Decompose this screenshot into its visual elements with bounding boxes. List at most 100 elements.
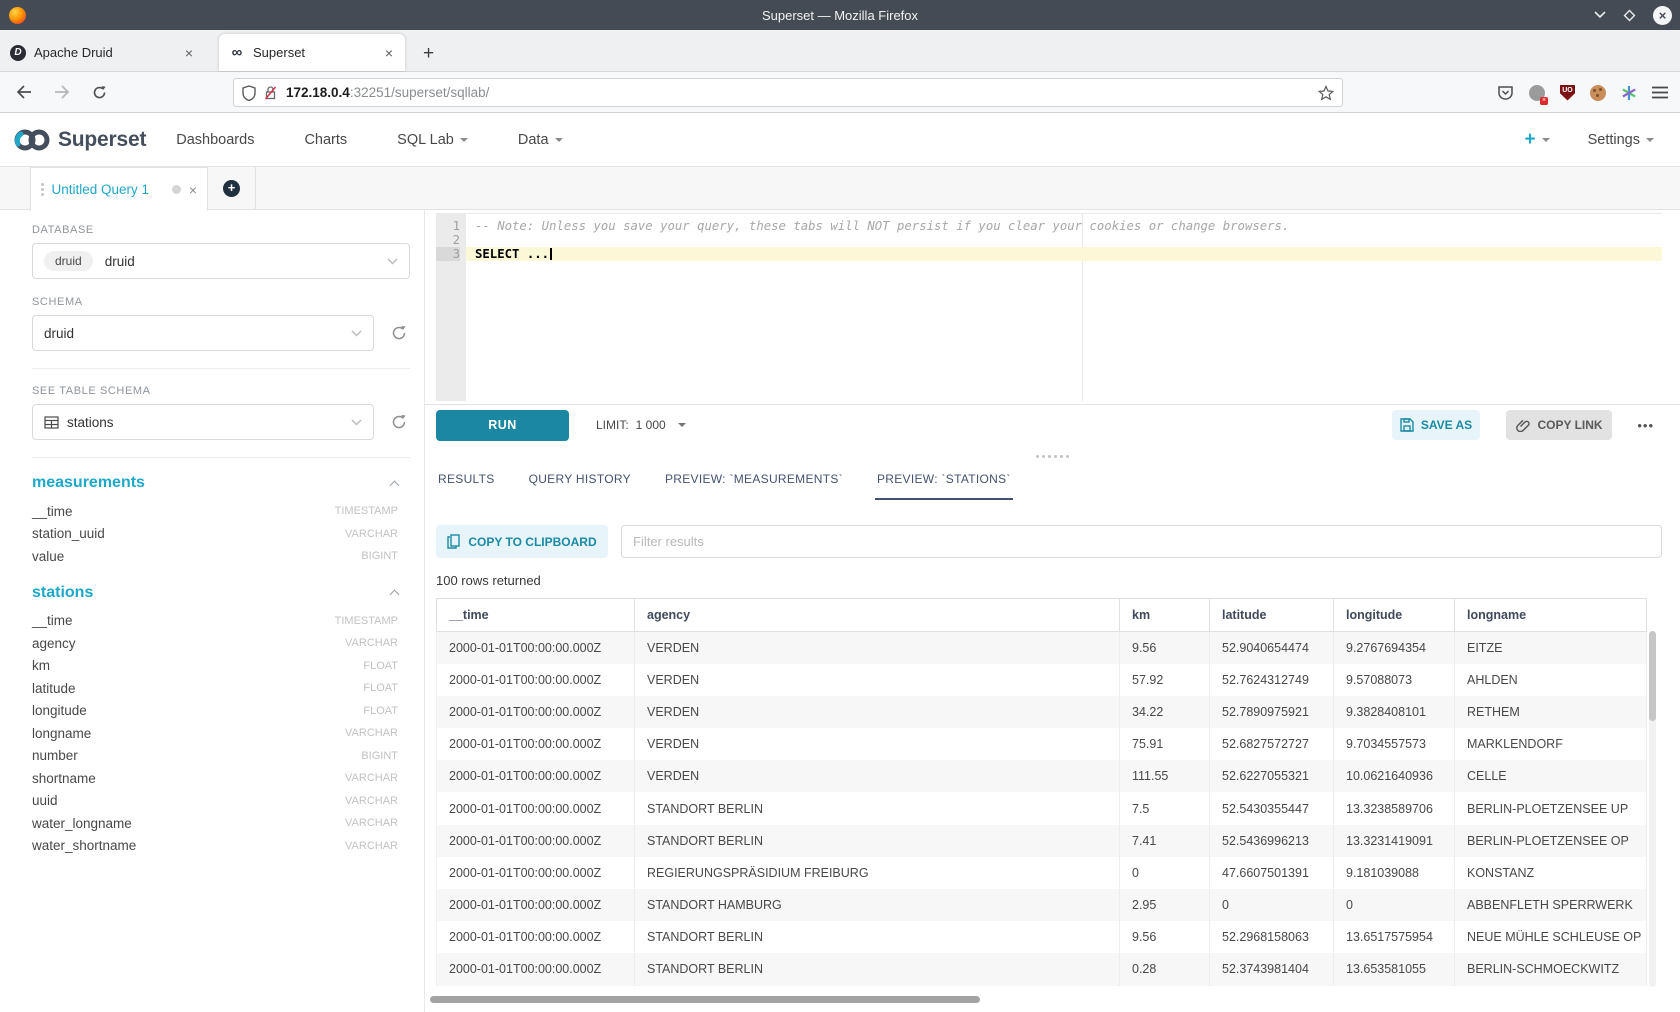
back-icon[interactable] (16, 85, 32, 99)
table-select[interactable]: stations (32, 404, 374, 440)
save-icon (1400, 418, 1414, 432)
chevron-down-icon (460, 138, 468, 142)
cookie-extension-icon[interactable] (1590, 85, 1606, 101)
column-header[interactable]: __time (437, 599, 635, 632)
save-as-button[interactable]: SAVE AS (1392, 410, 1480, 440)
new-tab-icon[interactable]: + (423, 44, 434, 63)
schema-table-name[interactable]: stations (32, 584, 93, 602)
column-header[interactable]: km (1120, 599, 1210, 632)
pocket-icon[interactable] (1497, 85, 1514, 101)
more-options-icon[interactable]: ••• (1637, 418, 1654, 433)
add-query-tab-button[interactable]: + (208, 167, 256, 209)
results-tab-1[interactable]: RESULTS (436, 466, 497, 500)
containers-extension-icon[interactable] (1529, 85, 1545, 101)
schema-table-stations: stations__timeTIMESTAMPagencyVARCHARkmFL… (32, 584, 410, 858)
results-tab-4[interactable]: PREVIEW: `STATIONS` (875, 466, 1013, 500)
table-row: 2000-01-01T00:00:00.000ZSTANDORT HAMBURG… (437, 889, 1647, 921)
table-row: 2000-01-01T00:00:00.000ZVERDEN34.2252.78… (437, 696, 1647, 728)
refresh-table-icon[interactable] (388, 414, 410, 430)
run-button[interactable]: RUN (436, 410, 569, 441)
database-select[interactable]: druid druid (32, 243, 410, 279)
maximize-icon[interactable] (1623, 9, 1636, 22)
table-vertical-scrollbar[interactable] (1649, 631, 1656, 987)
table-row: 2000-01-01T00:00:00.000ZSTANDORT BERLIN9… (437, 921, 1647, 953)
settings-menu[interactable]: Settings (1588, 132, 1654, 148)
column-header[interactable]: longname (1455, 599, 1647, 632)
sparkle-extension-icon[interactable] (1621, 85, 1637, 101)
schema-label: SCHEMA (32, 296, 410, 308)
superset-navbar: Superset Dashboards Charts SQL Lab Data … (0, 113, 1680, 167)
tab-close-icon[interactable]: × (183, 45, 195, 61)
copy-to-clipboard-button[interactable]: COPY TO CLIPBOARD (436, 525, 608, 558)
query-tab-title[interactable]: Untitled Query 1 (52, 182, 168, 197)
new-item-button[interactable]: + (1524, 129, 1549, 151)
browser-tab-superset[interactable]: ∞ Superset × (219, 34, 405, 71)
rows-returned-text: 100 rows returned (436, 573, 541, 588)
nav-charts[interactable]: Charts (304, 132, 347, 148)
nav-sql-lab[interactable]: SQL Lab (397, 132, 468, 148)
results-tab-2[interactable]: QUERY HISTORY (527, 466, 633, 500)
browser-tab-druid[interactable]: D Apache Druid × (0, 34, 205, 71)
unsaved-dot-icon (172, 185, 181, 194)
superset-brand[interactable]: Superset (58, 128, 146, 152)
table-row: 2000-01-01T00:00:00.000ZVERDEN75.9152.68… (437, 728, 1647, 760)
insecure-lock-icon[interactable] (264, 85, 277, 101)
tab-close-icon[interactable]: × (383, 45, 395, 61)
editor-comment-line: -- Note: Unless you save your query, the… (466, 219, 1662, 233)
table-row: 2000-01-01T00:00:00.000ZSTANDORT BERLIN0… (437, 953, 1647, 985)
limit-dropdown[interactable]: LIMIT: 1 000 (596, 418, 686, 432)
query-tab[interactable]: Untitled Query 1 × (30, 167, 208, 211)
superset-logo-icon[interactable] (12, 127, 52, 153)
column-row: water_shortnameVARCHAR (32, 835, 410, 858)
table-row: 2000-01-01T00:00:00.000ZVERDEN111.5552.6… (437, 760, 1647, 792)
column-header[interactable]: longitude (1334, 599, 1455, 632)
database-type-pill: druid (44, 251, 93, 271)
results-tabs: RESULTS QUERY HISTORY PREVIEW: `MEASUREMEN… (436, 466, 1662, 500)
nav-dashboards[interactable]: Dashboards (176, 132, 254, 148)
query-tab-bar: Untitled Query 1 × + (0, 167, 1680, 210)
drag-handle-icon[interactable] (41, 183, 44, 196)
results-tab-3[interactable]: PREVIEW: `MEASUREMENTS` (663, 466, 845, 500)
sql-editor[interactable]: 1 2 3 -- Note: Unless you save your quer… (436, 213, 1662, 401)
ublock-icon[interactable]: UO (1560, 85, 1575, 101)
nav-data[interactable]: Data (518, 132, 563, 148)
url-bar[interactable]: 172.18.0.4:32251/superset/sqllab/ (233, 78, 1343, 107)
collapse-chevron-icon[interactable] (390, 480, 400, 490)
filter-results-input[interactable] (621, 525, 1662, 558)
close-window-icon[interactable]: × (1653, 6, 1672, 25)
table-row: 2000-01-01T00:00:00.000ZREGIERUNGSPRÄSID… (437, 857, 1647, 889)
chevron-down-icon (1542, 138, 1550, 142)
refresh-schema-icon[interactable] (388, 325, 410, 341)
tracking-shield-icon[interactable] (242, 85, 256, 101)
results-table-head: __timeagencykmlatitudelongitudelongname (437, 599, 1647, 632)
window-title: Superset — Mozilla Firefox (0, 8, 1680, 23)
pane-resize-handle[interactable] (425, 452, 1680, 460)
reload-icon[interactable] (92, 85, 107, 100)
bookmark-star-icon[interactable] (1318, 85, 1334, 101)
copy-link-button[interactable]: COPY LINK (1506, 410, 1612, 440)
column-row: station_uuidVARCHAR (32, 523, 410, 546)
table-schema-label: SEE TABLE SCHEMA (32, 385, 410, 397)
sqllab-workpane: 1 2 3 -- Note: Unless you save your quer… (425, 210, 1680, 1012)
chevron-down-icon (1646, 138, 1654, 142)
column-row: kmFLOAT (32, 655, 410, 678)
url-host: 172.18.0.4 (286, 85, 350, 100)
minimize-icon[interactable] (1594, 11, 1606, 19)
query-tab-close-icon[interactable]: × (189, 182, 197, 198)
column-header[interactable]: latitude (1210, 599, 1334, 632)
hamburger-menu-icon[interactable] (1652, 86, 1668, 99)
collapse-chevron-icon[interactable] (390, 590, 400, 600)
table-row: 2000-01-01T00:00:00.000ZVERDEN57.9252.76… (437, 664, 1647, 696)
divider (32, 457, 410, 458)
column-row: water_longnameVARCHAR (32, 812, 410, 835)
forward-icon[interactable] (54, 85, 70, 99)
column-row: __timeTIMESTAMP (32, 610, 410, 633)
sqllab-sidebar: DATABASE druid druid SCHEMA druid (0, 210, 425, 1012)
chevron-down-icon (351, 419, 362, 426)
schema-select[interactable]: druid (32, 315, 374, 351)
divider (32, 368, 410, 369)
schema-table-name[interactable]: measurements (32, 474, 145, 492)
column-header[interactable]: agency (635, 599, 1120, 632)
column-row: longnameVARCHAR (32, 722, 410, 745)
horizontal-scrollbar[interactable] (430, 996, 980, 1003)
